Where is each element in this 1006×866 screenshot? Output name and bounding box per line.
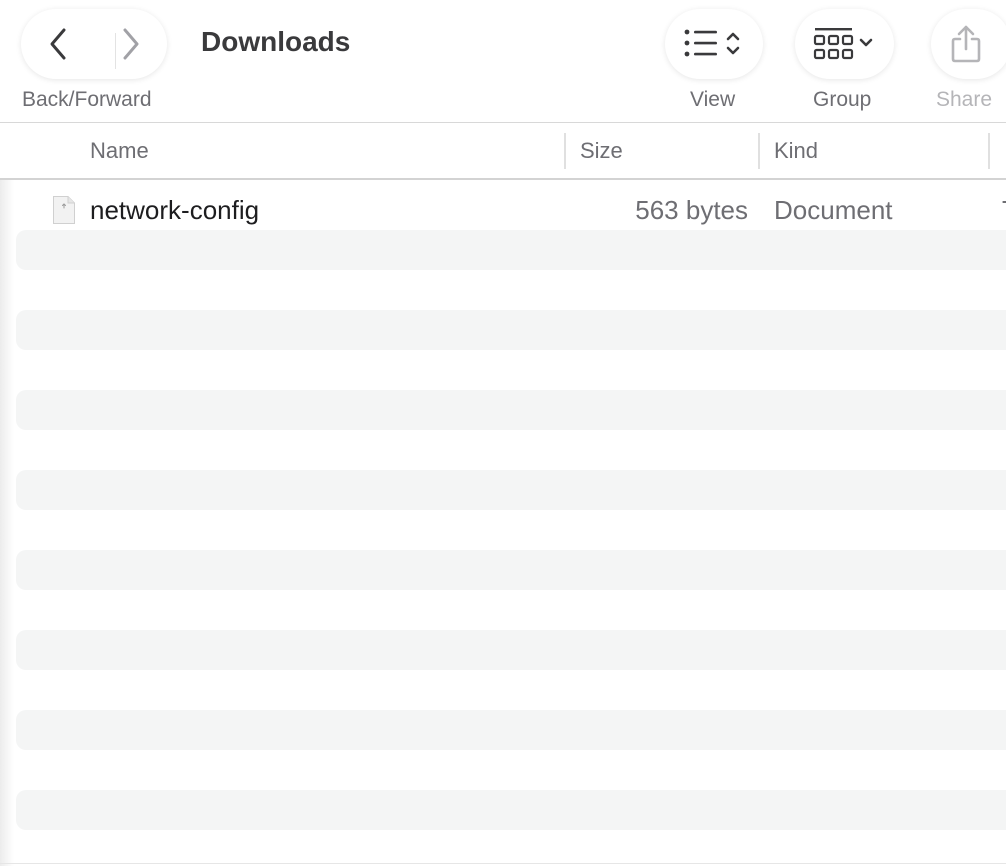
back-forward-control [21, 9, 167, 79]
empty-row-stripe [16, 630, 1006, 670]
column-header-kind[interactable]: Kind [774, 138, 818, 164]
view-button[interactable] [665, 9, 763, 79]
empty-row-stripe [16, 390, 1006, 430]
bottom-divider [0, 863, 1006, 864]
group-label: Group [813, 88, 872, 111]
finder-window: Back/Forward Downloads View Group Share … [0, 0, 1006, 866]
empty-row-stripe [16, 230, 1006, 270]
file-row[interactable]: network-config 563 bytes Document T [0, 191, 1006, 231]
file-size: 563 bytes [635, 195, 748, 225]
back-button[interactable] [21, 9, 94, 79]
group-button[interactable] [795, 9, 894, 79]
empty-row-stripe [16, 550, 1006, 590]
column-resize-handle[interactable] [758, 133, 760, 169]
column-header: Name Size Kind [0, 123, 1006, 180]
empty-row-stripe [16, 710, 1006, 750]
chevron-right-icon [123, 28, 138, 60]
empty-row-stripe [16, 790, 1006, 830]
empty-row-stripe [16, 310, 1006, 350]
toolbar: Back/Forward Downloads View Group Share [0, 0, 1006, 123]
share-icon [951, 25, 981, 63]
empty-row-stripe [16, 470, 1006, 510]
file-list: network-config 563 bytes Document T [0, 181, 1006, 866]
share-button[interactable] [931, 9, 1006, 79]
file-name: network-config [90, 195, 260, 225]
list-view-icon [684, 29, 740, 57]
column-header-name[interactable]: Name [90, 138, 149, 164]
chevron-left-icon [50, 28, 65, 60]
grid-group-icon [813, 28, 872, 60]
view-label: View [690, 88, 736, 111]
window-title: Downloads [201, 26, 351, 57]
back-forward-label: Back/Forward [22, 88, 152, 111]
share-label: Share [936, 88, 993, 111]
file-date-partial: T [1002, 195, 1006, 226]
document-icon [53, 196, 75, 224]
file-kind: Document [774, 195, 893, 225]
column-header-size[interactable]: Size [580, 138, 623, 164]
column-resize-handle[interactable] [988, 133, 990, 169]
column-resize-handle[interactable] [564, 133, 566, 169]
forward-button[interactable] [94, 9, 167, 79]
